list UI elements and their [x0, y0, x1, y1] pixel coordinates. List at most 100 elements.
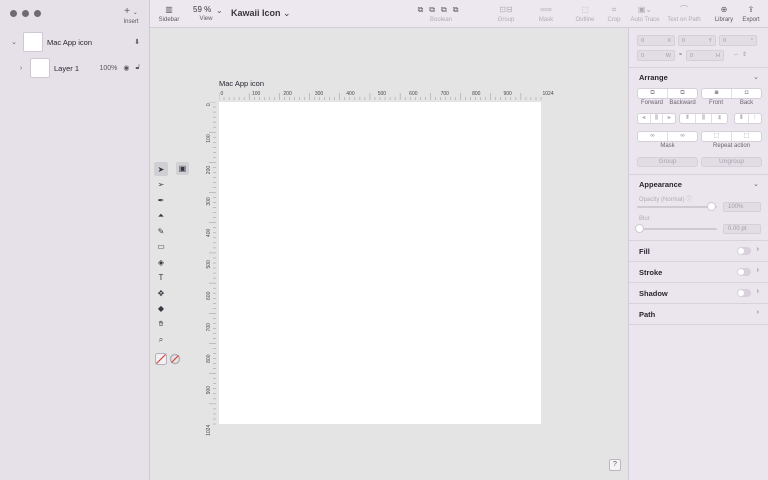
crop-button[interactable]: ⌗ Crop — [605, 5, 623, 23]
chevron-right-icon[interactable]: › — [757, 246, 759, 253]
repeat-alt-icon[interactable]: ⬚ — [732, 132, 761, 141]
mask-button[interactable]: ∞∞ Mask — [534, 5, 558, 23]
text-on-path-button[interactable]: ⌒ Text on Path — [666, 5, 702, 23]
appearance-header[interactable]: Appearance — [639, 180, 682, 189]
bring-to-front-icon[interactable]: ◙ — [702, 89, 732, 98]
chevron-right-icon[interactable]: › — [16, 65, 26, 72]
tool-palette: ➤ ➢ ✒ ⏶ ✎ ▭ ◈ T ✥ ◆ ✋︎ ⌕ — [154, 162, 168, 348]
chevron-right-icon[interactable]: › — [757, 267, 759, 274]
front-back-segment[interactable]: ◙ ◘ — [701, 88, 762, 99]
export-button[interactable]: ⇪ Export — [739, 5, 763, 23]
x-field[interactable]: 0X — [637, 35, 675, 46]
bring-forward-icon[interactable]: ⧉ — [638, 89, 668, 98]
shadow-toggle[interactable] — [737, 289, 751, 297]
lock-icon[interactable]: 🔓︎ — [135, 64, 140, 72]
fill-header[interactable]: Fill — [639, 247, 650, 256]
chevron-right-icon[interactable]: › — [757, 288, 759, 295]
align-center-h-icon[interactable]: ⫼ — [651, 114, 664, 123]
path-header[interactable]: Path — [639, 310, 655, 319]
align-middle-icon[interactable]: ⫼ — [696, 114, 712, 123]
shadow-header[interactable]: Shadow — [639, 289, 668, 298]
backward-label: Backward — [669, 100, 696, 106]
align-left-icon[interactable]: ⫷ — [638, 114, 651, 123]
stroke-swatch-icon[interactable] — [169, 353, 181, 365]
zoom-dropdown[interactable]: ⌄ — [216, 6, 223, 16]
align-left-group[interactable]: ⫷ ⫼ ⫸ — [637, 113, 676, 124]
hand-tool-icon[interactable]: ✋︎ — [154, 317, 168, 331]
chevron-down-icon[interactable]: ⌄ — [753, 180, 759, 188]
ruler-label: 200 — [206, 166, 212, 175]
align-vertical-group[interactable]: ⫪ ⫼ ⫫ — [679, 113, 728, 124]
auto-trace-button[interactable]: ▣⌄ Auto Trace — [628, 5, 662, 23]
repeat-action-segment[interactable]: ⬚ ⬚ — [701, 131, 762, 142]
group-button[interactable]: ⊡⊟ Group — [494, 5, 518, 23]
stroke-header[interactable]: Stroke — [639, 268, 662, 277]
minimize-window-button[interactable] — [22, 10, 29, 17]
align-top-icon[interactable]: ⫪ — [680, 114, 696, 123]
pen-tool-icon[interactable]: ✒ — [154, 193, 168, 207]
distribute-vertical-icon[interactable]: ⫶ — [749, 114, 762, 123]
chevron-right-icon[interactable]: › — [757, 309, 759, 316]
rectangle-tool-icon[interactable]: ▭ — [154, 240, 168, 254]
arrange-header[interactable]: Arrange — [639, 73, 668, 82]
select-tool-icon[interactable]: ➤ — [154, 162, 168, 176]
height-field[interactable]: 0H — [686, 50, 725, 61]
chevron-down-icon[interactable]: ⌄ — [9, 38, 19, 46]
fill-tool-icon[interactable]: ◈ — [154, 255, 168, 269]
mask-icon[interactable]: ∞ — [638, 132, 668, 141]
zoom-window-button[interactable] — [34, 10, 41, 17]
chevron-down-icon[interactable]: ⌄ — [753, 73, 759, 81]
blur-value-field[interactable]: 0.00 pt — [723, 224, 761, 234]
distribute-group[interactable]: ⫴ ⫶ — [734, 113, 762, 124]
ruler-label: 1024 — [206, 425, 212, 436]
blur-slider[interactable] — [637, 228, 717, 230]
layer-row-layer1[interactable]: › Layer 1 100% ◉ 🔓︎ — [0, 57, 150, 79]
distribute-horizontal-icon[interactable]: ⫴ — [735, 114, 749, 123]
repeat-icon[interactable]: ⬚ — [702, 132, 732, 141]
forward-backward-segment[interactable]: ⧉ ⧉ — [637, 88, 698, 99]
eraser-tool-icon[interactable]: ◆ — [154, 302, 168, 316]
sidebar-toggle-button[interactable]: ▥ Sidebar — [158, 5, 180, 23]
link-icon[interactable]: ⚭ — [678, 50, 683, 61]
opacity-value-field[interactable]: 100% — [723, 202, 761, 212]
document-title[interactable]: Kawaii Icon ⌄ — [231, 8, 291, 19]
fill-swatch-icon[interactable] — [155, 353, 167, 365]
y-field[interactable]: 0Y — [678, 35, 716, 46]
boolean-icons[interactable]: ⧉⧉⧉⧉ — [404, 5, 478, 15]
ungroup-button[interactable]: Ungroup — [701, 157, 762, 167]
help-button[interactable]: ? — [609, 459, 621, 471]
text-tool-icon[interactable]: T — [154, 271, 168, 285]
opacity-slider-knob[interactable] — [707, 202, 716, 211]
insert-button[interactable]: + ⌄ Insert — [117, 7, 145, 26]
move-tool-icon[interactable]: ✥ — [154, 286, 168, 300]
align-bottom-icon[interactable]: ⫫ — [712, 114, 727, 123]
eye-icon[interactable]: ◉ — [123, 64, 129, 72]
artboard-title[interactable]: Mac App icon — [219, 79, 264, 88]
layer-row-artboard[interactable]: ⌄ Mac App icon ⬇ — [0, 31, 150, 53]
outline-button[interactable]: ⬚ Outline — [573, 5, 597, 23]
fill-toggle[interactable] — [737, 247, 751, 255]
artboard[interactable] — [219, 102, 541, 424]
artboard-tool-icon[interactable]: ▣ — [176, 162, 189, 175]
send-to-back-icon[interactable]: ◘ — [732, 89, 761, 98]
group-button[interactable]: Group — [637, 157, 698, 167]
send-backward-icon[interactable]: ⧉ — [668, 89, 697, 98]
direct-select-tool-icon[interactable]: ➢ — [154, 178, 168, 192]
zoom-tool-icon[interactable]: ⌕ — [154, 333, 168, 347]
flip-horizontal-icon[interactable]: ⇔ — [733, 50, 739, 61]
zoom-value[interactable]: 59 % — [193, 5, 211, 14]
blur-slider-knob[interactable] — [635, 224, 644, 233]
flip-vertical-icon[interactable]: ⇕ — [742, 50, 747, 61]
brush-tool-icon[interactable]: ✎ — [154, 224, 168, 238]
stroke-toggle[interactable] — [737, 268, 751, 276]
close-window-button[interactable] — [10, 10, 17, 17]
mask-segment[interactable]: ∞ ∞ — [637, 131, 698, 142]
width-field[interactable]: 0W — [637, 50, 675, 61]
unmask-icon[interactable]: ∞ — [668, 132, 697, 141]
opacity-slider[interactable] — [637, 206, 717, 208]
align-right-icon[interactable]: ⫸ — [663, 114, 675, 123]
rotation-field[interactable]: 0 ° — [719, 35, 757, 46]
vector-tool-icon[interactable]: ⏶ — [154, 209, 168, 223]
library-button[interactable]: ⊕ Library — [711, 5, 737, 23]
export-pin-icon[interactable]: ⬇ — [134, 38, 140, 46]
